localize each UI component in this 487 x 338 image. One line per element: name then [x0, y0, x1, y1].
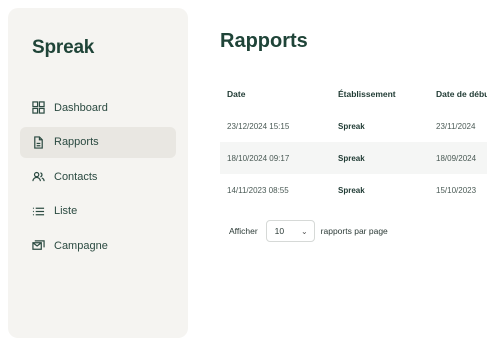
- sidebar-item-liste[interactable]: Liste: [20, 196, 176, 227]
- cell-date: 18/10/2024 09:17: [220, 142, 331, 174]
- cell-etablissement: Spreak: [338, 185, 365, 195]
- pagination-suffix: rapports par page: [320, 226, 388, 236]
- cell-date-debut: 15/10/2023: [436, 185, 477, 195]
- sidebar-nav: Dashboard Rapports Contacts Liste Campag…: [20, 92, 176, 265]
- column-header-etablissement[interactable]: Établissement: [331, 78, 429, 110]
- sidebar-item-label: Rapports: [54, 136, 99, 148]
- table-row[interactable]: 23/12/2024 15:15 Spreak 23/11/2024: [220, 110, 487, 142]
- sidebar-item-label: Campagne: [54, 239, 108, 252]
- column-header-date[interactable]: Date: [220, 78, 331, 110]
- sidebar-item-label: Contacts: [54, 170, 98, 183]
- grid-icon: [32, 101, 45, 114]
- cell-date-debut: 18/09/2024: [429, 142, 487, 174]
- pagination: Afficher 10 ⌄ rapports par page: [229, 220, 388, 242]
- campaign-icon: [32, 240, 45, 250]
- sidebar-item-contacts[interactable]: Contacts: [20, 161, 176, 192]
- app-logo: Spreak: [32, 37, 95, 58]
- table-row[interactable]: 18/10/2024 09:17 Spreak 18/09/2024: [220, 142, 487, 174]
- cell-etablissement: Spreak: [338, 121, 365, 131]
- cell-date: 23/12/2024 15:15: [227, 121, 290, 131]
- pagination-prefix: Afficher: [229, 226, 258, 236]
- sidebar-item-campagne[interactable]: Campagne: [20, 230, 176, 261]
- chevron-down-icon: ⌄: [300, 226, 308, 236]
- sidebar: Spreak Dashboard Rapports Contacts Liste…: [8, 8, 188, 338]
- cell-date-debut: 23/11/2024: [436, 121, 476, 131]
- cell-date: 14/11/2023 08:55: [227, 185, 289, 195]
- sidebar-item-rapports[interactable]: Rapports: [20, 126, 176, 158]
- list-icon: [32, 207, 45, 215]
- sidebar-item-dashboard[interactable]: Dashboard: [20, 92, 176, 123]
- page-size-value: 10: [274, 226, 285, 236]
- table-row[interactable]: 14/11/2023 08:55 Spreak 15/10/2023: [220, 174, 487, 206]
- page-title: Rapports: [220, 30, 308, 52]
- sidebar-item-label: Liste: [54, 205, 78, 217]
- reports-table: Date Établissement Date de débu 23/12/20…: [220, 78, 487, 206]
- sidebar-item-label: Dashboard: [54, 101, 108, 114]
- page-size-select[interactable]: 10 ⌄: [265, 220, 315, 242]
- cell-etablissement: Spreak: [331, 142, 429, 174]
- column-header-date-debut[interactable]: Date de débu: [429, 78, 487, 110]
- table-header-row: Date Établissement Date de débu: [220, 78, 487, 110]
- users-icon: [32, 171, 45, 182]
- document-icon: [34, 135, 43, 149]
